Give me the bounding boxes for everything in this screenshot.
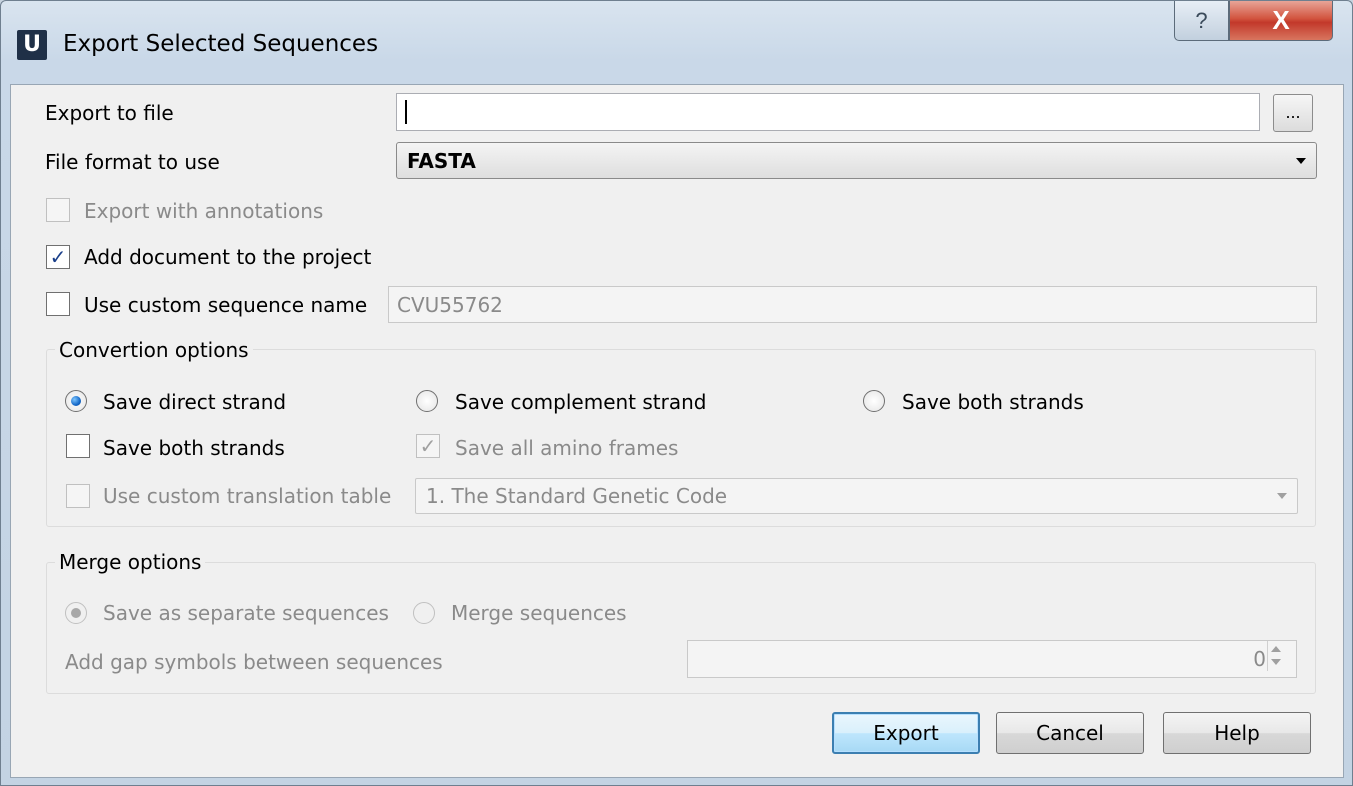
export-annotations-label: Export with annotations <box>84 199 324 223</box>
save-direct-strand-radio[interactable] <box>65 390 87 412</box>
save-both-strands-label: Save both strands <box>902 390 1084 414</box>
add-to-project-label: Add document to the project <box>84 245 372 269</box>
custom-name-input[interactable]: CVU55762 <box>388 286 1317 323</box>
spin-up-icon <box>1271 646 1281 652</box>
gap-spin-buttons[interactable] <box>1267 641 1283 671</box>
context-help-button[interactable]: ? <box>1174 1 1229 41</box>
window-title: Export Selected Sequences <box>63 31 379 57</box>
close-icon: X <box>1272 5 1290 35</box>
file-format-label: File format to use <box>45 150 220 174</box>
save-complement-strand-radio[interactable] <box>416 390 438 412</box>
export-button[interactable]: Export <box>832 712 980 754</box>
custom-name-value: CVU55762 <box>397 292 503 317</box>
custom-translation-label: Use custom translation table <box>103 484 392 508</box>
custom-translation-checkbox[interactable] <box>66 484 90 508</box>
save-complement-strand-label: Save complement strand <box>455 390 707 414</box>
chevron-down-icon <box>1277 493 1287 499</box>
custom-name-checkbox[interactable] <box>46 292 70 316</box>
question-mark-icon: ? <box>1195 7 1208 33</box>
text-caret <box>405 100 407 124</box>
conversion-options-title: Convertion options <box>55 338 253 362</box>
chevron-down-icon <box>1296 157 1306 164</box>
spin-down-icon <box>1271 659 1281 665</box>
translation-table-select[interactable]: 1. The Standard Genetic Code <box>415 478 1298 514</box>
save-direct-strand-label: Save direct strand <box>103 390 287 414</box>
custom-name-label: Use custom sequence name <box>84 293 368 317</box>
save-both-strands-checkbox[interactable] <box>66 434 90 458</box>
save-both-strands-radio[interactable] <box>863 390 885 412</box>
file-format-select[interactable]: FASTA <box>396 142 1317 179</box>
browse-file-button[interactable]: ... <box>1273 94 1313 132</box>
close-window-button[interactable]: X <box>1229 1 1333 41</box>
file-format-selected: FASTA <box>407 148 476 173</box>
save-separate-radio[interactable] <box>65 602 87 624</box>
merge-options-title: Merge options <box>55 550 206 574</box>
help-button[interactable]: Help <box>1163 712 1311 754</box>
save-amino-frames-checkbox[interactable]: ✓ <box>416 434 440 458</box>
export-file-label: Export to file <box>45 101 174 125</box>
save-separate-label: Save as separate sequences <box>103 601 389 625</box>
merge-sequences-radio[interactable] <box>413 602 435 624</box>
translation-table-selected: 1. The Standard Genetic Code <box>426 484 728 508</box>
gap-symbols-spinbox[interactable]: 0 <box>687 640 1297 678</box>
merge-sequences-label: Merge sequences <box>451 601 627 625</box>
add-to-project-checkbox[interactable]: ✓ <box>46 245 70 269</box>
export-file-input[interactable] <box>396 93 1260 131</box>
save-both-strands-checkbox-label: Save both strands <box>103 436 285 460</box>
ugene-app-icon: U <box>17 30 47 60</box>
dialog-body: Export to file ... File format to use FA… <box>10 84 1344 778</box>
cancel-button[interactable]: Cancel <box>996 712 1144 754</box>
checkmark-icon: ✓ <box>419 435 437 458</box>
title-bar[interactable]: U Export Selected Sequences ? X <box>1 1 1352 89</box>
gap-symbols-value: 0 <box>1253 647 1266 671</box>
save-amino-frames-label: Save all amino frames <box>455 436 679 460</box>
gap-symbols-label: Add gap symbols between sequences <box>65 650 443 674</box>
checkmark-icon: ✓ <box>49 246 67 269</box>
export-dialog-window: U Export Selected Sequences ? X Export t… <box>0 0 1353 786</box>
export-annotations-checkbox[interactable] <box>46 198 70 222</box>
